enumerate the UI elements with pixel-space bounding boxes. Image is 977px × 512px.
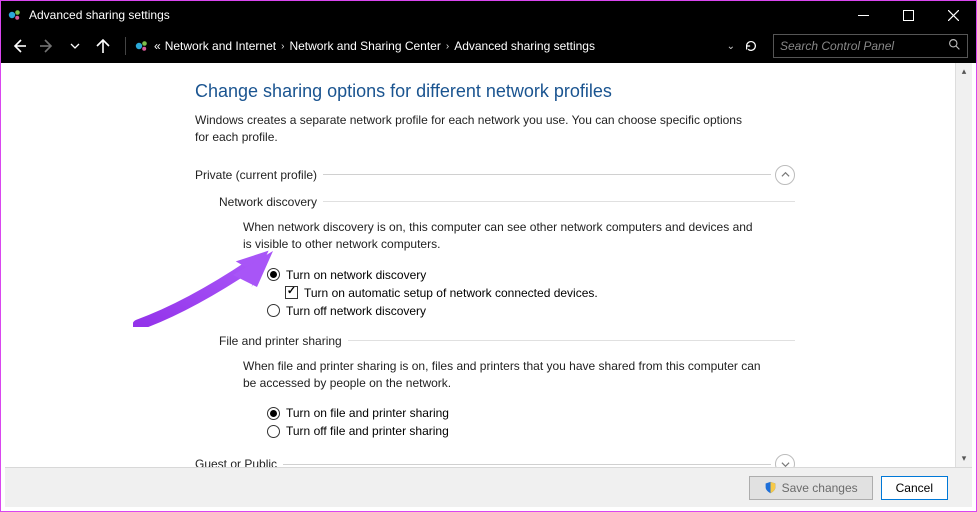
breadcrumb-item[interactable]: Advanced sharing settings — [454, 39, 595, 53]
subsection-description: When file and printer sharing is on, fil… — [243, 358, 763, 393]
navbar: « Network and Internet › Network and Sha… — [1, 29, 976, 63]
up-button[interactable] — [89, 32, 117, 60]
back-button[interactable] — [5, 32, 33, 60]
checkbox-auto-setup[interactable]: Turn on automatic setup of network conne… — [285, 286, 795, 300]
radio-label: Turn off file and printer sharing — [286, 424, 449, 438]
section-label: Private (current profile) — [195, 168, 323, 182]
radio-icon — [267, 425, 280, 438]
subsection-label: Network discovery — [219, 195, 323, 209]
page-description: Windows creates a separate network profi… — [195, 112, 755, 147]
divider — [323, 201, 795, 202]
radio-label: Turn off network discovery — [286, 304, 426, 318]
radio-icon — [267, 304, 280, 317]
radio-label: Turn on network discovery — [286, 268, 426, 282]
divider — [348, 340, 795, 341]
cancel-button[interactable]: Cancel — [881, 476, 948, 500]
radio-network-discovery-on[interactable]: Turn on network discovery — [267, 268, 795, 282]
button-label: Save changes — [782, 481, 858, 495]
subsection-label: File and printer sharing — [219, 334, 348, 348]
subsection-file-printer-sharing: File and printer sharing When file and p… — [219, 334, 795, 439]
address-bar[interactable]: « Network and Internet › Network and Sha… — [130, 34, 767, 58]
recent-dropdown[interactable] — [61, 32, 89, 60]
vertical-scrollbar[interactable]: ▴ ▾ — [955, 63, 972, 467]
radio-icon — [267, 407, 280, 420]
checkbox-label: Turn on automatic setup of network conne… — [304, 286, 598, 300]
radio-file-printer-on[interactable]: Turn on file and printer sharing — [267, 406, 795, 420]
radio-network-discovery-off[interactable]: Turn off network discovery — [267, 304, 795, 318]
close-button[interactable] — [931, 1, 976, 29]
scroll-down-button[interactable]: ▾ — [956, 450, 972, 467]
radio-file-printer-off[interactable]: Turn off file and printer sharing — [267, 424, 795, 438]
divider — [323, 174, 771, 175]
chevron-right-icon: › — [281, 41, 284, 52]
section-label: Guest or Public — [195, 457, 283, 467]
expand-button[interactable] — [775, 454, 795, 467]
control-panel-icon — [134, 38, 150, 54]
page-title: Change sharing options for different net… — [195, 81, 795, 102]
radio-icon — [267, 268, 280, 281]
collapse-button[interactable] — [775, 165, 795, 185]
scroll-up-button[interactable]: ▴ — [956, 63, 972, 80]
footer: Save changes Cancel — [5, 467, 972, 507]
save-changes-button[interactable]: Save changes — [749, 476, 873, 500]
refresh-button[interactable] — [739, 39, 763, 53]
minimize-button[interactable] — [841, 1, 886, 29]
window-title: Advanced sharing settings — [29, 8, 841, 22]
forward-button[interactable] — [33, 32, 61, 60]
app-icon — [7, 7, 23, 23]
address-dropdown[interactable]: ⌄ — [723, 41, 739, 52]
section-guest-public: Guest or Public — [195, 454, 795, 467]
section-private: Private (current profile) Network discov… — [195, 165, 795, 439]
search-icon — [948, 38, 961, 54]
breadcrumb-item[interactable]: Network and Internet — [165, 39, 276, 53]
subsection-description: When network discovery is on, this compu… — [243, 219, 763, 254]
breadcrumb-pre[interactable]: « — [154, 39, 161, 53]
search-input[interactable]: Search Control Panel — [773, 34, 968, 58]
titlebar: Advanced sharing settings — [1, 1, 976, 29]
search-placeholder: Search Control Panel — [780, 39, 894, 53]
button-label: Cancel — [896, 481, 933, 495]
chevron-right-icon: › — [446, 41, 449, 52]
divider — [283, 464, 771, 465]
checkbox-icon — [285, 286, 298, 299]
radio-label: Turn on file and printer sharing — [286, 406, 449, 420]
subsection-network-discovery: Network discovery When network discovery… — [219, 195, 795, 318]
breadcrumb-item[interactable]: Network and Sharing Center — [289, 39, 440, 53]
shield-icon — [764, 481, 777, 494]
maximize-button[interactable] — [886, 1, 931, 29]
